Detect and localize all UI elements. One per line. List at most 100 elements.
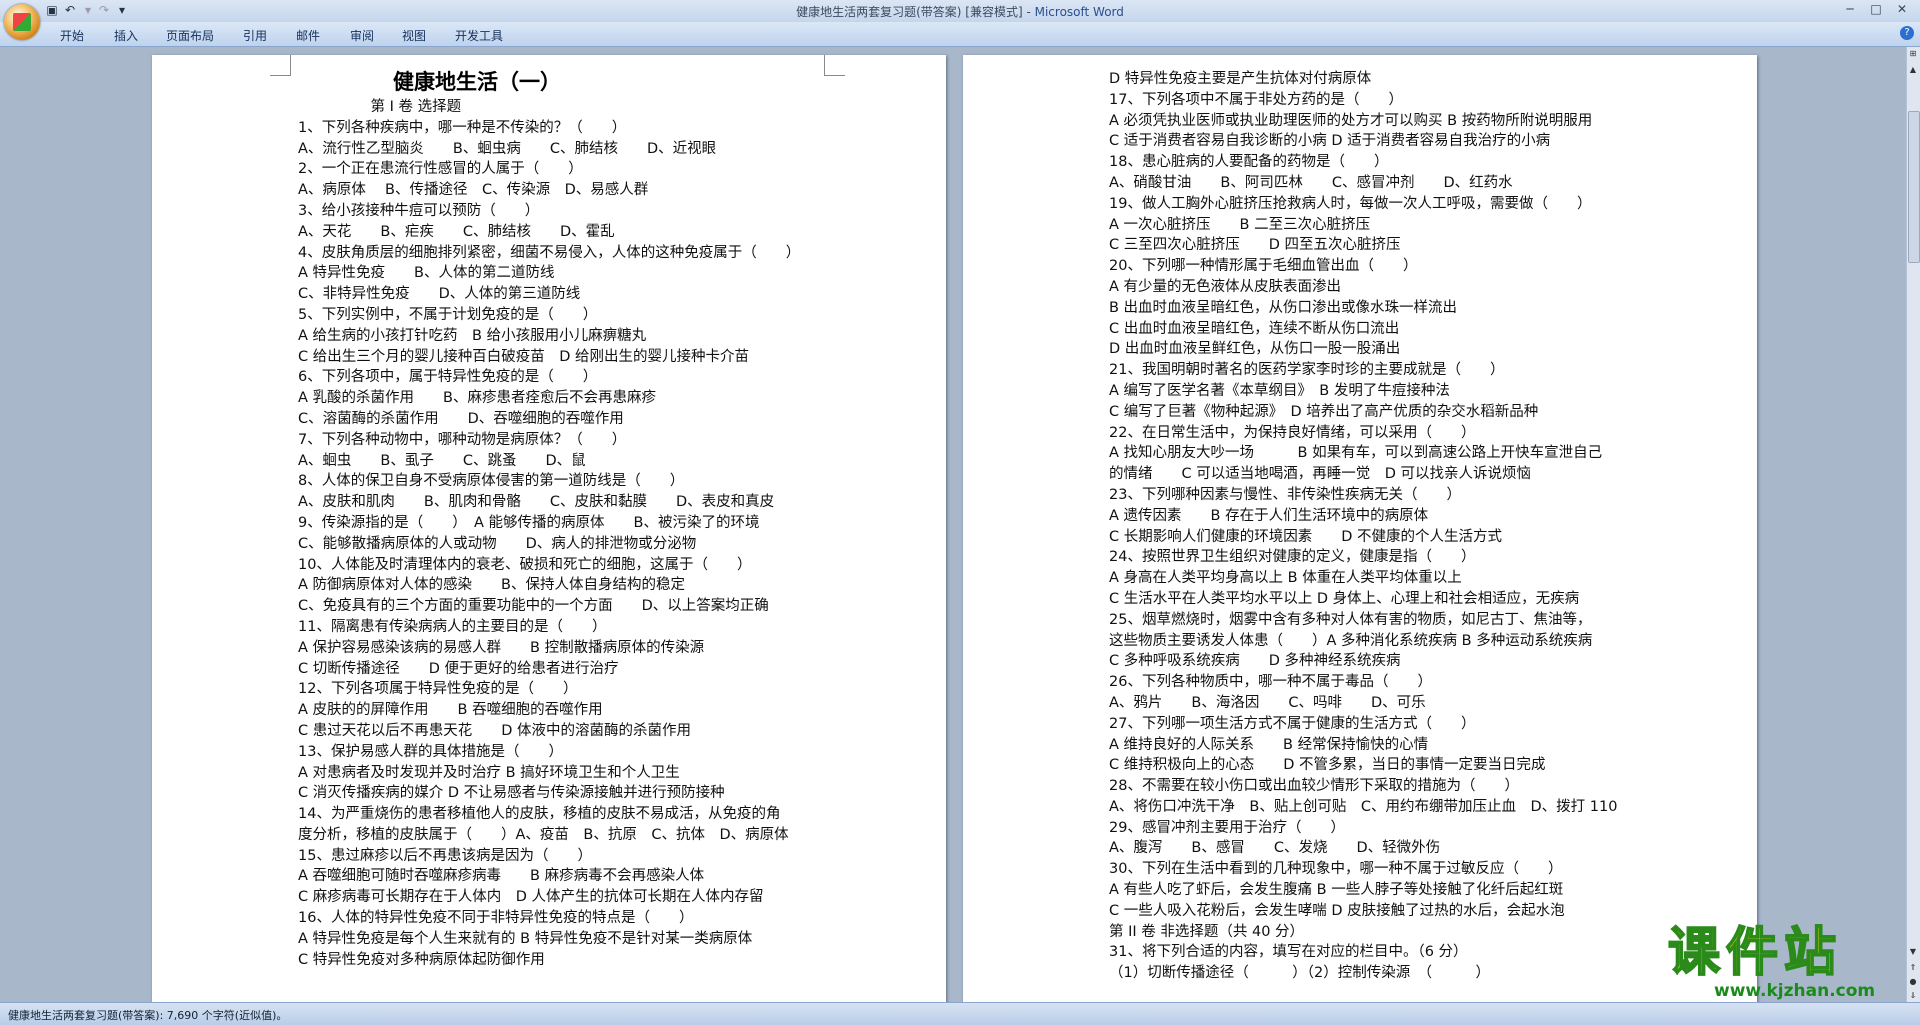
redo-icon[interactable]: ↷ bbox=[96, 3, 112, 18]
text-line: A 保护容易感染该病的易感人群 B 控制散播病原体的传染源 bbox=[298, 639, 705, 656]
office-button-icon[interactable] bbox=[4, 4, 40, 40]
text-line: C 适于消费者容易自我诊断的小病 D 适于消费者容易自我治疗的小病 bbox=[1109, 133, 1551, 150]
text-line: A、腹泻 B、感冒 C、发烧 D、轻微外伤 bbox=[1109, 840, 1441, 857]
page-1-text: 健康地生活（一） 第 I 卷 选择题 1、下列各种疾病中，哪一种是不传染的？（ ）… bbox=[298, 67, 800, 970]
save-icon[interactable]: ▣ bbox=[44, 3, 60, 18]
text-line: 16、人体的特异性免疫不同于非特异性免疫的特点是（ ） bbox=[298, 910, 694, 927]
text-line: A、皮肤和肌肉 B、肌肉和骨骼 C、皮肤和黏膜 D、表皮和真皮 bbox=[298, 494, 775, 511]
crop-mark bbox=[824, 55, 845, 76]
text-line: A 维持良好的人际关系 B 经常保持愉快的心情 bbox=[1109, 736, 1429, 753]
title-bar: 健康地生活两套复习题(带答案) [兼容模式] - Microsoft Word … bbox=[0, 0, 1920, 22]
text-line: 5、下列实例中，不属于计划免疫的是（ ） bbox=[298, 306, 598, 323]
minimize-icon[interactable]: ─ bbox=[1838, 1, 1862, 18]
text-line: 23、下列哪种因素与慢性、非传染性疾病无关（ ） bbox=[1109, 486, 1461, 503]
text-line: 25、烟草燃烧时，烟雾中含有多种对人体有害的物质，如尼古丁、焦油等， bbox=[1109, 611, 1592, 628]
text-line: 7、下列各种动物中，哪种动物是病原体？（ ） bbox=[298, 431, 627, 448]
text-line: A 必须凭执业医师或执业助理医师的处方才可以购买 B 按药物所附说明服用 bbox=[1109, 112, 1593, 129]
text-line: A、天花 B、疟疾 C、肺结核 D、霍乱 bbox=[298, 223, 615, 240]
chevron-down-icon[interactable]: ▾ bbox=[80, 3, 96, 18]
text-line: C、非特异性免疫 D、人体的第三道防线 bbox=[298, 286, 581, 303]
text-line: C 编写了巨著《物种起源》 D 培养出了高产优质的杂交水稻新品种 bbox=[1109, 403, 1539, 420]
text-line: 1、下列各种疾病中，哪一种是不传染的？（ ） bbox=[298, 119, 627, 136]
browse-object-icon[interactable]: ● bbox=[1908, 977, 1918, 989]
text-line: A、蛔虫 B、虱子 C、跳蚤 D、鼠 bbox=[298, 452, 586, 469]
text-line: A、病原体 B、传播途径 C、传染源 D、易感人群 bbox=[298, 182, 649, 199]
tab-view[interactable]: 视图 bbox=[402, 27, 426, 44]
text-line: 18、患心脏病的人要配备的药物是（ ） bbox=[1109, 154, 1389, 171]
text-line: 10、人体能及时清理体内的衰老、破损和死亡的细胞，这属于（ ） bbox=[298, 556, 752, 573]
ruler-toggle-icon[interactable]: ⊞ bbox=[1908, 49, 1918, 61]
crop-mark bbox=[270, 55, 291, 76]
text-line: 19、做人工胸外心脏挤压抢救病人时，每做一次人工呼吸，需要做（ ） bbox=[1109, 195, 1592, 212]
text-line: C 患过天花以后不再患天花 D 体液中的溶菌酶的杀菌作用 bbox=[298, 722, 692, 739]
text-line: 4、皮肤角质层的细胞排列紧密，细菌不易侵入，人体的这种免疫属于（ ） bbox=[298, 244, 801, 261]
customize-qat-icon[interactable]: ▾ bbox=[114, 3, 130, 18]
text-line: 这些物质主要诱发人体患（ ）A 多种消化系统疾病 B 多种运动系统疾病 bbox=[1109, 632, 1593, 649]
text-line: A 乳酸的杀菌作用 B、麻疹患者痊愈后不会再患麻疹 bbox=[298, 390, 656, 407]
text-line: 12、下列各项属于特异性免疫的是（ ） bbox=[298, 681, 578, 698]
text-line: A 编写了医学名著《本草纲目》 B 发明了牛痘接种法 bbox=[1109, 382, 1450, 399]
text-line: C、免疫具有的三个方面的重要功能中的一个方面 D、以上答案均正确 bbox=[298, 598, 769, 615]
text-line: C 切断传播途径 D 便于更好的给患者进行治疗 bbox=[298, 660, 619, 677]
tab-mailings[interactable]: 邮件 bbox=[296, 27, 320, 44]
scroll-thumb[interactable] bbox=[1908, 111, 1920, 263]
window-title: 健康地生活两套复习题(带答案) [兼容模式] - Microsoft Word bbox=[796, 5, 1124, 19]
text-line: A 特异性免疫 B、人体的第二道防线 bbox=[298, 265, 555, 282]
tab-review[interactable]: 审阅 bbox=[350, 27, 374, 44]
text-line: C 给出生三个月的婴儿接种百白破疫苗 D 给刚出生的婴儿接种卡介苗 bbox=[298, 348, 750, 365]
text-line: C 麻疹病毒可长期存在于人体内 D 人体产生的抗体可长期在人体内存留 bbox=[298, 889, 764, 906]
maximize-icon[interactable]: □ bbox=[1864, 1, 1888, 18]
text-line: 第 I 卷 选择题 bbox=[298, 99, 462, 115]
help-icon[interactable]: ? bbox=[1900, 26, 1914, 40]
text-line: A、硝酸甘油 B、阿司匹林 C、感冒冲剂 D、红药水 bbox=[1109, 174, 1513, 191]
document-page-1[interactable]: 健康地生活（一） 第 I 卷 选择题 1、下列各种疾病中，哪一种是不传染的？（ ）… bbox=[152, 55, 946, 1003]
tab-home[interactable]: 开始 bbox=[60, 27, 84, 44]
text-line: C 一些人吸入花粉后，会发生哮喘 D 皮肤接触了过热的水后，会起水泡 bbox=[1109, 902, 1565, 919]
text-line: C、能够散播病原体的人或动物 D、病人的排泄物或分泌物 bbox=[298, 535, 697, 552]
tab-references[interactable]: 引用 bbox=[243, 27, 267, 44]
text-line: 3、给小孩接种牛痘可以预防（ ） bbox=[298, 202, 540, 219]
text-line: 15、患过麻疹以后不再患该病是因为（ ） bbox=[298, 847, 592, 864]
page-2-text: D 特异性免疫主要是产生抗体对付病原体 17、下列各项中不属于非处方药的是（ ） A… bbox=[1109, 69, 1617, 984]
text-line: C、溶菌酶的杀菌作用 D、吞噬细胞的吞噬作用 bbox=[298, 410, 624, 427]
text-line: C 生活水平在人类平均水平以上 D 身体上、心理上和社会相适应，无疾病 bbox=[1109, 590, 1580, 607]
text-line: D 特异性免疫主要是产生抗体对付病原体 bbox=[1109, 71, 1372, 87]
prev-page-icon[interactable]: ⇑ bbox=[1908, 963, 1918, 975]
text-line: A 防御病原体对人体的感染 B、保持人体自身结构的稳定 bbox=[298, 577, 685, 594]
status-bar: 健康地生活两套复习题(带答案): 7,690 个字符(近似值)。 bbox=[0, 1002, 1920, 1025]
scroll-down-icon[interactable]: ▼ bbox=[1908, 947, 1918, 959]
text-line: 6、下列各项中，属于特异性免疫的是（ ） bbox=[298, 369, 598, 386]
scroll-up-icon[interactable]: ▲ bbox=[1908, 65, 1918, 77]
text-line: C 出血时血液呈暗红色，连续不断从伤口流出 bbox=[1109, 320, 1400, 337]
text-line: C 消灭传播疾病的媒介 D 不让易感者与传染源接触并进行预防接种 bbox=[298, 785, 725, 802]
tab-developer[interactable]: 开发工具 bbox=[455, 27, 503, 44]
watermark-url: www.kjzhan.com bbox=[1714, 981, 1876, 1001]
text-line: A、流行性乙型脑炎 B、蛔虫病 C、肺结核 D、近视眼 bbox=[298, 140, 717, 157]
tab-insert[interactable]: 插入 bbox=[114, 27, 138, 44]
close-icon[interactable]: ✕ bbox=[1890, 1, 1914, 18]
text-line: 度分析，移植的皮肤属于（ ）A、疫苗 B、抗原 C、抗体 D、病原体 bbox=[298, 826, 789, 843]
document-title: 健康地生活（一） bbox=[393, 70, 561, 94]
text-line: 30、下列在生活中看到的几种现象中，哪一种不属于过敏反应（ ） bbox=[1109, 861, 1563, 878]
ribbon-tabs: 开始 插入 页面布局 引用 邮件 审阅 视图 开发工具 ? bbox=[0, 22, 1920, 47]
text-line: C 特异性免疫对多种病原体起防御作用 bbox=[298, 951, 545, 968]
text-line: A 吞噬细胞可随时吞噬麻疹病毒 B 麻疹病毒不会再感染人体 bbox=[298, 868, 705, 885]
text-line: 20、下列哪一种情形属于毛细血管出血（ ） bbox=[1109, 258, 1418, 275]
text-line: 31、将下列合适的内容，填写在对应的栏目中。（6 分） bbox=[1109, 944, 1468, 961]
text-line: 27、下列哪一项生活方式不属于健康的生活方式（ ） bbox=[1109, 715, 1476, 732]
document-page-2[interactable]: D 特异性免疫主要是产生抗体对付病原体 17、下列各项中不属于非处方药的是（ ） A… bbox=[963, 55, 1757, 1003]
text-line: 的情绪 C 可以适当地喝酒，再睡一觉 D 可以找亲人诉说烦恼 bbox=[1109, 466, 1532, 483]
text-line: A 给生病的小孩打针吃药 B 给小孩服用小儿麻痹糖丸 bbox=[298, 327, 647, 344]
document-area[interactable]: 健康地生活（一） 第 I 卷 选择题 1、下列各种疾病中，哪一种是不传染的？（ ）… bbox=[0, 47, 1907, 1003]
text-line: A 遗传因素 B 存在于人们生活环境中的病原体 bbox=[1109, 507, 1429, 524]
tab-page-layout[interactable]: 页面布局 bbox=[166, 27, 214, 44]
text-line: 22、在日常生活中，为保持良好情绪，可以采用（ ） bbox=[1109, 424, 1476, 441]
undo-icon[interactable]: ↶ bbox=[62, 3, 78, 18]
word-count-status[interactable]: 健康地生活两套复习题(带答案): 7,690 个字符(近似值)。 bbox=[8, 1007, 287, 1023]
text-line: A 有些人吃了虾后，会发生腹痛 B 一些人脖子等处接触了化纤后起红斑 bbox=[1109, 882, 1564, 899]
text-line: A 对患病者及时发现并及时治疗 B 搞好环境卫生和个人卫生 bbox=[298, 764, 680, 781]
text-line: 24、按照世界卫生组织对健康的定义，健康是指（ ） bbox=[1109, 549, 1476, 566]
text-line: 2、一个正在患流行性感冒的人属于（ ） bbox=[298, 161, 583, 178]
vertical-scrollbar[interactable]: ⊞ ▲ ▼ ⇑ ● ⇓ bbox=[1906, 47, 1920, 1003]
text-line: A、将伤口冲洗干净 B、贴上创可贴 C、用约布绷带加压止血 D、拨打 110 bbox=[1109, 798, 1618, 815]
